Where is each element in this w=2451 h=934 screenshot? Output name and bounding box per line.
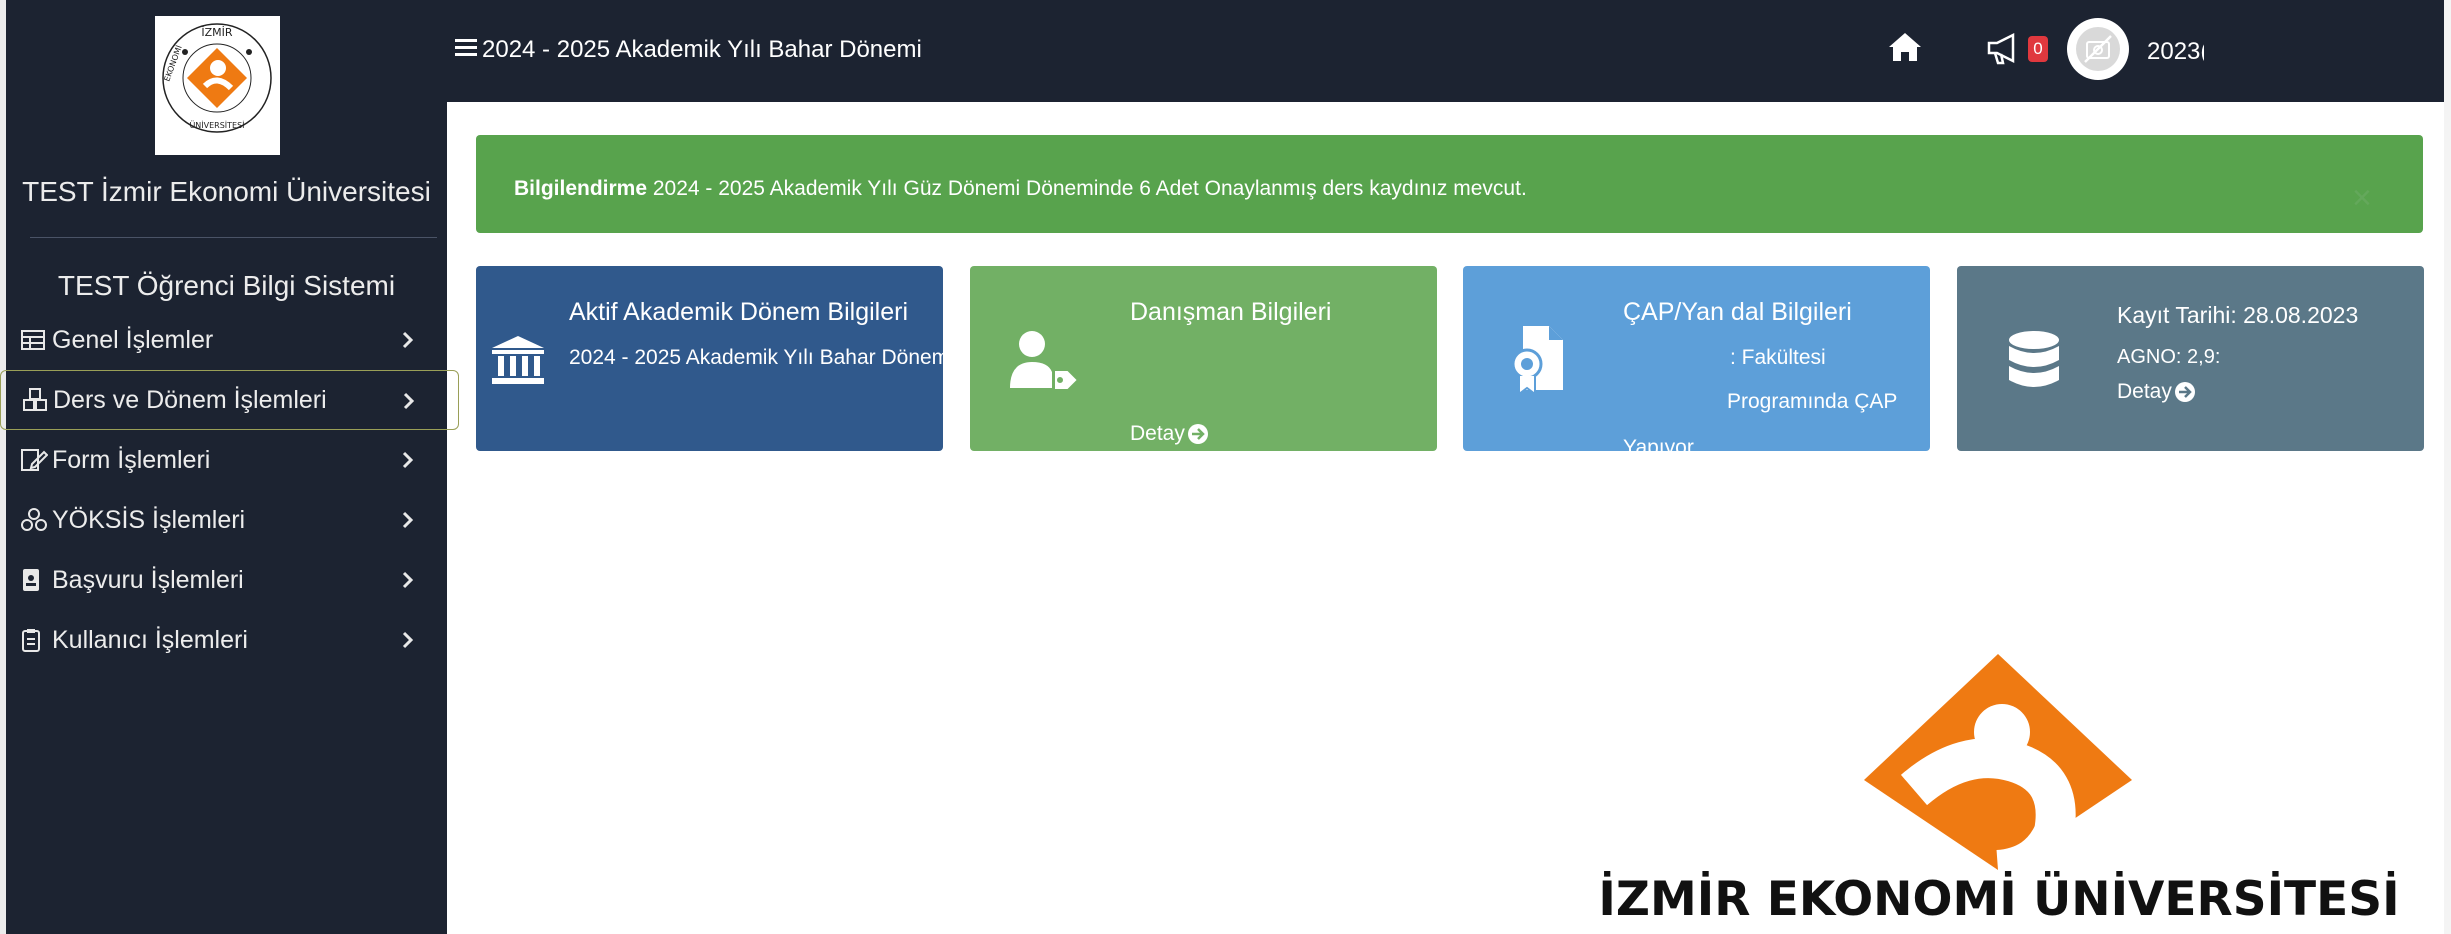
- card-advisor: Danışman Bilgileri Detay: [970, 266, 1437, 451]
- avatar[interactable]: [2067, 18, 2129, 80]
- chevron-right-icon: [400, 326, 416, 361]
- sidebar-item-label: Başvuru İşlemleri: [52, 565, 244, 594]
- info-alert: Bilgilendirme 2024 - 2025 Akademik Yılı …: [476, 135, 2423, 233]
- home-icon[interactable]: [1886, 30, 1924, 69]
- sidebar-item-kullanici-islemleri[interactable]: Kullanıcı İşlemleri: [6, 610, 447, 670]
- card-dual-major: ÇAP/Yan dal Bilgileri : Fakültesi Progra…: [1463, 266, 1930, 451]
- alert-label: Bilgilendirme: [514, 177, 648, 200]
- file-certificate-icon: [1509, 324, 1567, 401]
- university-name: TEST İzmir Ekonomi Üniversitesi: [22, 176, 431, 207]
- database-icon: [2007, 330, 2061, 397]
- detail-link[interactable]: Detay: [1130, 422, 1209, 446]
- app-root: İZMİR ÜNİVERSİTESİ EKONOMİ TEST İzmir Ek…: [0, 0, 2451, 934]
- user-tag-icon: [1008, 326, 1080, 401]
- card-faculty: : Fakültesi: [1730, 346, 1826, 369]
- alert-message: 2024 - 2025 Akademik Yılı Güz Dönemi Dön…: [652, 177, 1527, 200]
- sidebar-divider: [30, 237, 437, 238]
- sidebar-item-label: Kullanıcı İşlemleri: [52, 625, 248, 654]
- card-gpa: AGNO: 2,9:: [2117, 346, 2221, 368]
- chevron-right-icon: [400, 626, 416, 661]
- svg-text:İZMİR: İZMİR: [201, 26, 233, 39]
- user-id[interactable]: 2023(: [2147, 38, 2204, 66]
- university-brand-logo: İZMİR EKONOMİ ÜNİVERSİTESİ: [1584, 652, 2414, 934]
- chevron-right-icon: [400, 446, 416, 481]
- sidebar-item-yoksis-islemleri[interactable]: YÖKSİS İşlemleri: [6, 490, 447, 550]
- edit-form-icon: [20, 447, 50, 473]
- card-title: Aktif Akademik Dönem Bilgileri: [569, 298, 909, 326]
- card-title: Kayıt Tarihi: 28.08.2023: [2117, 302, 2359, 328]
- card-active-period: Aktif Akademik Dönem Bilgileri 2024 - 20…: [476, 266, 943, 451]
- sidebar-item-genel-islemler[interactable]: Genel İşlemler: [6, 310, 447, 370]
- megaphone-icon[interactable]: [1985, 31, 2027, 72]
- notification-badge[interactable]: 0: [2028, 36, 2048, 62]
- top-navbar: 2024 - 2025 Akademik Yılı Bahar Dönemi 0…: [447, 0, 2451, 102]
- card-title: Danışman Bilgileri: [1130, 298, 1332, 326]
- university-logo[interactable]: İZMİR ÜNİVERSİTESİ EKONOMİ: [155, 16, 280, 155]
- detail-link-label: Detay: [2117, 380, 2172, 403]
- sidebar-item-label: YÖKSİS İşlemleri: [52, 505, 246, 534]
- hamburger-icon[interactable]: [453, 36, 479, 65]
- card-registration: Kayıt Tarihi: 28.08.2023 AGNO: 2,9: Deta…: [1957, 266, 2424, 451]
- chevron-right-icon: [400, 506, 416, 541]
- close-icon[interactable]: ×: [2352, 181, 2372, 215]
- table-icon: [20, 328, 50, 352]
- sidebar-item-label: Form İşlemleri: [52, 445, 211, 474]
- card-program: Programında ÇAP: [1727, 390, 1898, 413]
- svg-text:ÜNİVERSİTESİ: ÜNİVERSİTESİ: [189, 120, 244, 130]
- sidebar-menu: Genel İşlemler Ders ve Dönem İşlemleri F…: [0, 310, 459, 670]
- card-title: ÇAP/Yan dal Bilgileri: [1623, 298, 1852, 326]
- id-badge-icon: [20, 567, 50, 593]
- brand-name: İZMİR EKONOMİ ÜNİVERSİTESİ: [1598, 872, 2400, 927]
- cubes-icon: [21, 387, 51, 413]
- detail-link-label: Detay: [1130, 422, 1185, 445]
- arrow-circle-right-icon: [1187, 424, 1208, 444]
- card-period: 2024 - 2025 Akademik Yılı Bahar Dönemi: [569, 346, 943, 369]
- window-edge: [2444, 0, 2451, 934]
- sidebar-item-form-islemleri[interactable]: Form İşlemleri: [6, 430, 447, 490]
- detail-link[interactable]: Detay: [2117, 380, 2196, 404]
- card-status: Yapıyor: [1623, 436, 1694, 451]
- sidebar-item-ders-ve-donem-islemleri[interactable]: Ders ve Dönem İşlemleri: [0, 370, 459, 430]
- alert-text: Bilgilendirme 2024 - 2025 Akademik Yılı …: [514, 177, 1527, 201]
- arrow-circle-right-icon: [2174, 382, 2195, 402]
- sidebar-item-label: Genel İşlemler: [52, 325, 214, 354]
- sidebar-item-label: Ders ve Dönem İşlemleri: [53, 385, 327, 414]
- sidebar: İZMİR ÜNİVERSİTESİ EKONOMİ TEST İzmir Ek…: [0, 0, 459, 934]
- university-icon: [490, 334, 546, 391]
- chevron-right-icon: [401, 387, 417, 422]
- period-title: 2024 - 2025 Akademik Yılı Bahar Dönemi: [482, 36, 922, 63]
- boxes-icon: [20, 507, 50, 533]
- clipboard-icon: [20, 627, 50, 653]
- sidebar-item-basvuru-islemleri[interactable]: Başvuru İşlemleri: [6, 550, 447, 610]
- system-name: TEST Öğrenci Bilgi Sistemi: [57, 270, 396, 301]
- chevron-right-icon: [400, 566, 416, 601]
